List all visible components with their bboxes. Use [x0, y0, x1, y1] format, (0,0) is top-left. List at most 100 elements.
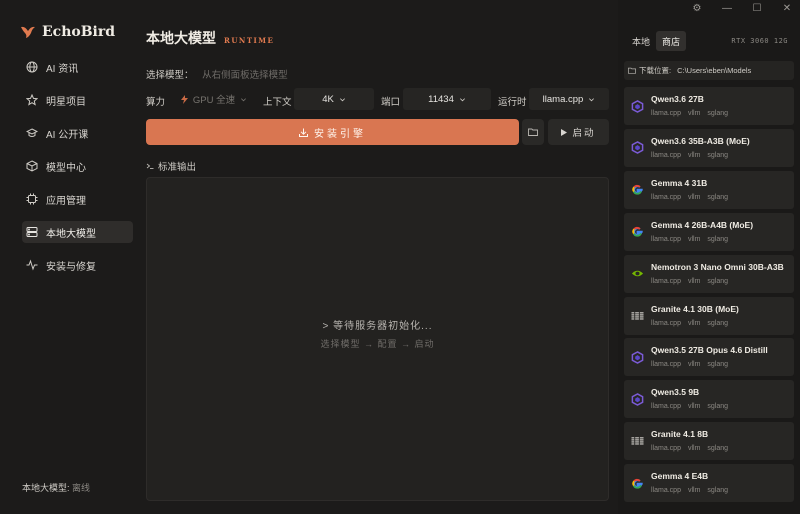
runtime-label: 运行时 — [498, 97, 527, 108]
sidebar-item-local-llm[interactable]: 本地大模型 — [22, 221, 133, 243]
download-location[interactable]: 下载位置: C:\Users\eben\Models — [624, 61, 794, 80]
model-tag: llama.cpp — [651, 235, 681, 243]
console-output[interactable]: > 等待服务器初始化... 选择模型 → 配置 → 启动 — [146, 177, 609, 501]
model-card[interactable]: Qwen3.5 9B llama.cpp vllm sglang — [624, 380, 794, 419]
google-icon — [630, 476, 644, 490]
model-tags: llama.cpp vllm sglang — [651, 110, 728, 117]
window-controls: ⚙ — ☐ ✕ — [692, 4, 792, 14]
model-tags: llama.cpp vllm sglang — [651, 403, 728, 410]
sidebar-item-model-center[interactable]: 模型中心 — [22, 155, 133, 177]
qwen-icon — [630, 350, 644, 364]
model-card[interactable]: Qwen3.5 27B Opus 4.6 Distill llama.cpp vll… — [624, 338, 794, 377]
qwen-icon — [630, 141, 644, 155]
install-engine-button[interactable]: 安装引擎 — [146, 119, 519, 145]
sidebar-item-install-repair[interactable]: 安装与修复 — [22, 254, 133, 276]
model-tag: vllm — [687, 403, 701, 411]
start-button[interactable]: 启动 — [548, 119, 609, 145]
sidebar-item-label: 模型中心 — [46, 162, 86, 174]
model-card[interactable]: Granite 4.1 8B llama.cpp vllm sglang — [624, 422, 794, 461]
model-tag: llama.cpp — [651, 403, 681, 411]
model-card[interactable]: Qwen3.6 27B llama.cpp vllm sglang — [624, 87, 794, 125]
model-tag: sglang — [707, 319, 729, 327]
model-tags: llama.cpp vllm sglang — [651, 445, 728, 452]
graduation-cap-icon — [26, 128, 38, 137]
model-tags: llama.cpp vllm sglang — [651, 320, 728, 327]
sidebar-item-label: 明星项目 — [46, 96, 86, 108]
sidebar-item-ai-news[interactable]: AI 资讯 — [22, 56, 133, 78]
close-icon[interactable]: ✕ — [782, 4, 792, 14]
compute-select[interactable]: GPU 全速 — [172, 88, 256, 110]
model-card[interactable]: Granite 4.1 30B (MoE) llama.cpp vllm sglang — [624, 296, 794, 335]
brand-name: EchoBird — [42, 24, 116, 40]
model-tag: vllm — [687, 193, 701, 201]
minimize-icon[interactable]: — — [722, 4, 732, 14]
model-tag: sglang — [707, 361, 729, 369]
maximize-icon[interactable]: ☐ — [752, 4, 762, 14]
star-icon — [26, 94, 38, 106]
model-card[interactable]: Gemma 4 E4B llama.cpp vllm sglang — [624, 464, 794, 503]
model-name: Nemotron 3 Nano Omni 30B-A3B — [651, 261, 784, 272]
model-card[interactable]: Gemma 4 31B llama.cpp vllm sglang — [624, 170, 794, 209]
model-tag: llama.cpp — [651, 110, 681, 117]
model-card[interactable]: Qwen3.6 35B-A3B (MoE) llama.cpp vllm sglang — [624, 128, 794, 167]
stdout-header: 标准输出 — [146, 159, 196, 173]
chevron-down-icon — [241, 97, 247, 101]
sidebar-item-label: 本地大模型 — [46, 228, 96, 240]
model-tags: llama.cpp vllm sglang — [651, 152, 728, 159]
model-tag: sglang — [707, 151, 729, 159]
model-card[interactable]: Gemma 4 26B-A4B (MoE) llama.cpp vllm sglang — [624, 212, 794, 251]
runtime-select[interactable]: llama.cpp — [529, 88, 609, 110]
chevron-down-icon — [459, 97, 465, 101]
qwen-icon — [630, 99, 644, 113]
stdout-label: 标准输出 — [158, 162, 197, 173]
folder-icon — [528, 128, 538, 136]
sidebar-item-label: AI 公开课 — [46, 129, 89, 141]
google-icon — [630, 225, 644, 239]
model-tag: vllm — [687, 277, 701, 285]
runtime-value: llama.cpp — [542, 93, 584, 105]
model-tag: sglang — [707, 193, 729, 201]
status-value: 离线 — [72, 483, 91, 493]
port-label: 端口 — [381, 97, 401, 108]
server-icon — [26, 227, 38, 237]
model-tags: llama.cpp vllm sglang — [651, 487, 728, 494]
tab-store[interactable]: 商店 — [656, 31, 687, 51]
model-select-label: 选择模型： — [146, 70, 194, 81]
settings-icon[interactable]: ⚙ — [692, 4, 702, 14]
model-tag: vllm — [687, 361, 701, 369]
ibm-icon — [630, 309, 644, 323]
model-select-row: 选择模型： 从右侧面板选择模型 — [146, 67, 288, 81]
page-subtitle: RUNTIME — [224, 36, 275, 45]
port-value: 11434 — [428, 93, 454, 105]
model-tags: llama.cpp vllm sglang — [651, 194, 728, 201]
sidebar-item-ai-course[interactable]: AI 公开课 — [22, 122, 133, 144]
model-name: Gemma 4 31B — [651, 177, 708, 188]
status-label: 本地大模型: — [22, 483, 70, 493]
console-steps: 选择模型 → 配置 → 启动 — [320, 339, 435, 349]
model-tag: vllm — [687, 319, 701, 327]
model-name: Qwen3.6 27B — [651, 94, 704, 104]
context-select[interactable]: 4K — [294, 88, 374, 110]
ibm-icon — [630, 434, 644, 448]
sidebar-item-app-management[interactable]: 应用管理 — [22, 188, 133, 210]
model-tag: llama.cpp — [651, 361, 681, 369]
model-tags: llama.cpp vllm sglang — [651, 361, 728, 368]
install-engine-label: 安装引擎 — [314, 128, 366, 140]
model-tag: vllm — [687, 487, 701, 495]
page-title-group: 本地大模型 RUNTIME — [146, 28, 274, 48]
model-select-hint: 从右侧面板选择模型 — [202, 70, 288, 81]
nvidia-icon — [630, 267, 644, 281]
sidebar-item-star-projects[interactable]: 明星项目 — [22, 89, 133, 111]
local-llm-status: 本地大模型: 离线 — [22, 481, 90, 494]
model-tag: vllm — [687, 110, 701, 117]
model-tag: vllm — [687, 445, 701, 453]
port-input[interactable]: 11434 — [403, 88, 491, 110]
tab-local[interactable]: 本地 — [626, 31, 656, 51]
model-tag: sglang — [707, 487, 729, 495]
model-name: Gemma 4 E4B — [651, 471, 709, 482]
model-name: Granite 4.1 30B (MoE) — [651, 303, 739, 314]
model-card[interactable]: Nemotron 3 Nano Omni 30B-A3B llama.cpp vll… — [624, 254, 794, 293]
open-folder-button[interactable] — [522, 119, 544, 145]
qwen-icon — [630, 392, 644, 406]
sidebar-item-label: AI 资讯 — [46, 63, 79, 75]
